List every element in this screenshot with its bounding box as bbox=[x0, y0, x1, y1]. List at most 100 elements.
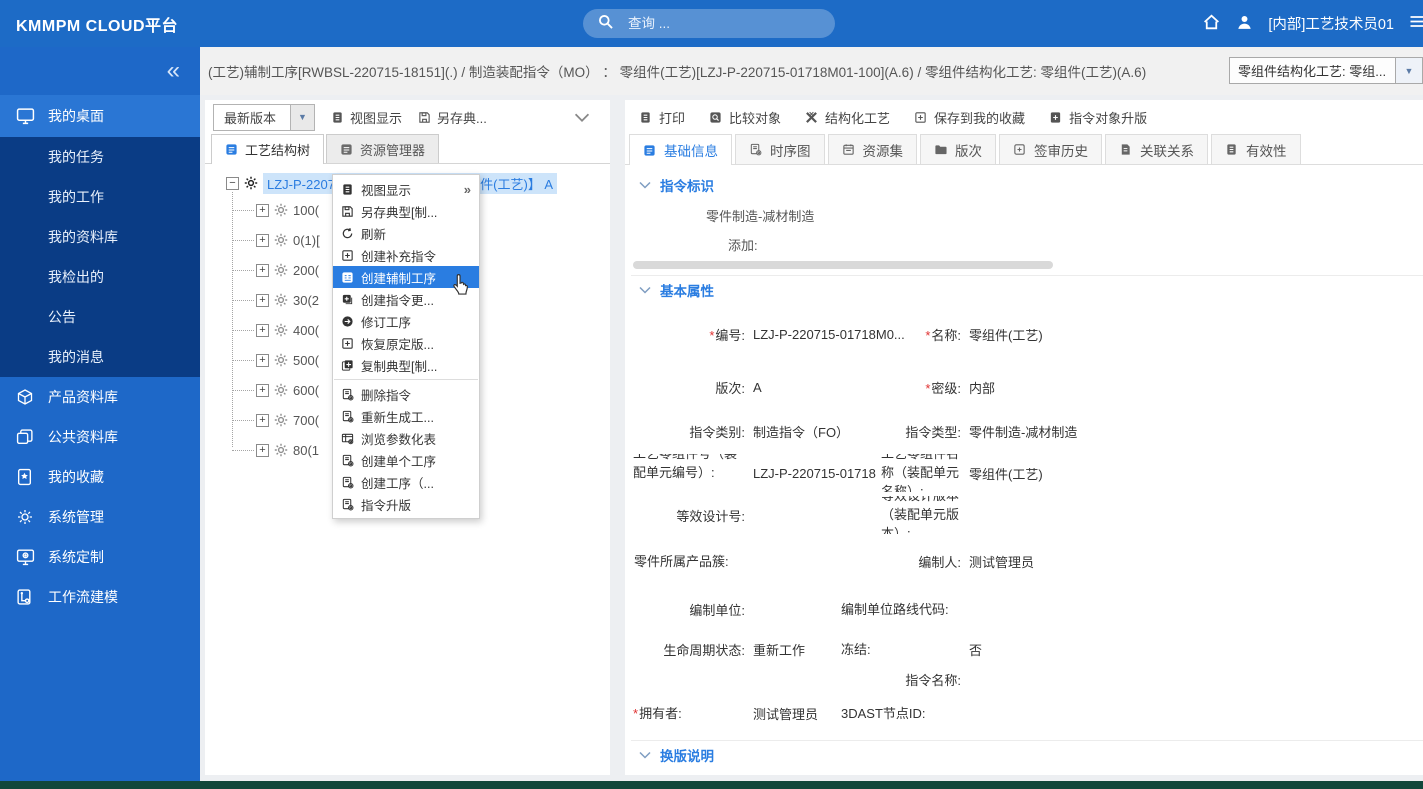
sidebar-item-my-favorites[interactable]: 我的收藏 bbox=[0, 457, 200, 497]
resource-doc-icon bbox=[341, 143, 352, 155]
breadcrumb: (工艺)辅制工序[RWBSL-220715-18151](.) / 制造装配指令… bbox=[208, 65, 1147, 80]
field-label-security: *密级: bbox=[925, 380, 961, 396]
save-to-favorites-button[interactable]: 保存到我的收藏 bbox=[914, 108, 1025, 127]
sidebar-item-system-admin[interactable]: 系统管理 bbox=[0, 497, 200, 537]
toolbar-label: 比较对象 bbox=[729, 110, 782, 126]
tab-process-structure-tree[interactable]: 工艺结构树 bbox=[211, 134, 325, 164]
section-instruction-id[interactable]: 指令标识 bbox=[631, 171, 1423, 199]
global-search[interactable] bbox=[583, 9, 835, 38]
cube-icon bbox=[16, 388, 36, 406]
tab-effectivity[interactable]: 有效性 bbox=[1211, 134, 1301, 164]
sidebar-item-my-desktop[interactable]: 我的桌面 bbox=[0, 95, 200, 137]
expand-node-icon[interactable]: + bbox=[256, 443, 269, 457]
sidebar-item-my-work[interactable]: 我的工作 bbox=[0, 177, 200, 217]
sidebar-item-my-checkouts[interactable]: 我检出的 bbox=[0, 257, 200, 297]
doc-gear-icon bbox=[342, 410, 354, 422]
menu-item-view-display[interactable]: 视图显示 » bbox=[333, 178, 479, 200]
home-icon[interactable] bbox=[1202, 13, 1221, 35]
sidebar-item-workflow-modeling[interactable]: 工作流建模 bbox=[0, 577, 200, 617]
version-select[interactable]: 最新版本 ▼ bbox=[213, 103, 315, 131]
tab-relationships[interactable]: 关联关系 bbox=[1105, 134, 1208, 164]
expand-node-icon[interactable]: + bbox=[256, 353, 269, 367]
structured-process-button[interactable]: 结构化工艺 bbox=[805, 108, 890, 127]
field-value-owner: 测试管理员 bbox=[753, 706, 819, 722]
chevron-down-icon[interactable] bbox=[574, 110, 602, 125]
sidebar-item-label: 我的消息 bbox=[48, 349, 104, 365]
workflow-icon bbox=[16, 588, 36, 606]
menu-item-create-single-process[interactable]: 创建单个工序 bbox=[333, 449, 479, 471]
context-dropdown[interactable]: 零组件结构化工艺: 零组... ▼ bbox=[1229, 57, 1423, 84]
section-revision-note[interactable]: 换版说明 bbox=[631, 741, 1423, 769]
menu-icon[interactable] bbox=[1409, 14, 1423, 33]
section-basic-properties[interactable]: 基本属性 bbox=[631, 276, 1423, 304]
menu-item-create-supplement-instruction[interactable]: 创建补充指令 bbox=[333, 244, 479, 266]
save-as-typical-button[interactable]: 另存典... bbox=[418, 108, 487, 127]
menu-item-refresh[interactable]: 刷新 bbox=[333, 222, 479, 244]
sidebar-item-label: 我检出的 bbox=[48, 269, 104, 285]
menu-item-browse-parametric-table[interactable]: 浏览参数化表 bbox=[333, 427, 479, 449]
tab-timing-diagram[interactable]: 时序图 bbox=[735, 134, 825, 164]
sidebar-item-system-custom[interactable]: 系统定制 bbox=[0, 537, 200, 577]
menu-item-create-process[interactable]: 创建工序（... bbox=[333, 471, 479, 493]
sidebar-item-my-messages[interactable]: 我的消息 bbox=[0, 337, 200, 377]
sidebar-item-product-library[interactable]: 产品资料库 bbox=[0, 377, 200, 417]
chevron-down-icon[interactable]: ▼ bbox=[1395, 58, 1422, 83]
expand-node-icon[interactable]: + bbox=[256, 233, 269, 247]
chevron-down-icon[interactable]: ▼ bbox=[290, 104, 314, 130]
gear-icon bbox=[274, 293, 288, 307]
horizontal-scrollbar[interactable] bbox=[633, 261, 1053, 269]
tab-basic-info[interactable]: 基础信息 bbox=[629, 134, 732, 165]
sidebar-item-my-tasks[interactable]: 我的任务 bbox=[0, 137, 200, 177]
expand-node-icon[interactable]: + bbox=[256, 413, 269, 427]
menu-item-delete-instruction[interactable]: 删除指令 bbox=[333, 383, 479, 405]
tab-sign-review-history[interactable]: 签审历史 bbox=[999, 134, 1102, 164]
compare-objects-button[interactable]: 比较对象 bbox=[709, 108, 781, 127]
instruction-upgrade-button[interactable]: 指令对象升版 bbox=[1049, 108, 1147, 127]
tab-resource-manager[interactable]: 资源管理器 bbox=[326, 134, 440, 163]
view-display-button[interactable]: 视图显示 bbox=[331, 108, 402, 127]
field-row: *拥有者: 测试管理员 3DAST节点ID: bbox=[631, 692, 1423, 734]
print-button[interactable]: 打印 bbox=[639, 108, 685, 127]
menu-item-restore-original-version[interactable]: 恢复原定版... bbox=[333, 332, 479, 354]
arrow-circle-icon bbox=[342, 315, 353, 327]
field-label-assembly-unit-version: 等效设计版本（装配单元版本）: bbox=[881, 496, 960, 534]
expand-node-icon[interactable]: + bbox=[256, 203, 269, 217]
sidebar-item-my-library[interactable]: 我的资料库 bbox=[0, 217, 200, 257]
gear-icon bbox=[274, 233, 288, 247]
menu-item-instruction-upgrade[interactable]: 指令升版 bbox=[333, 493, 479, 515]
sidebar-item-announcements[interactable]: 公告 bbox=[0, 297, 200, 337]
tab-revisions[interactable]: 版次 bbox=[920, 134, 996, 164]
tab-label: 基础信息 bbox=[664, 144, 718, 159]
field-label-lifecycle-state: 生命周期状态: bbox=[663, 642, 745, 658]
field-label-author-unit: 编制单位: bbox=[689, 602, 745, 618]
menu-item-regenerate-process[interactable]: 重新生成工... bbox=[333, 405, 479, 427]
tab-resource-set[interactable]: 资源集 bbox=[827, 134, 917, 164]
sidebar-item-public-library[interactable]: 公共资料库 bbox=[0, 417, 200, 457]
gear-icon bbox=[16, 508, 36, 526]
tab-label: 版次 bbox=[955, 143, 982, 159]
toolbar-label: 指令对象升版 bbox=[1069, 110, 1148, 126]
current-user[interactable]: [内部]工艺技术员01 bbox=[1268, 13, 1394, 34]
expand-node-icon[interactable]: + bbox=[256, 293, 269, 307]
user-icon[interactable] bbox=[1236, 14, 1253, 34]
doc-gear-icon bbox=[342, 454, 354, 466]
menu-item-revise-process[interactable]: 修订工序 bbox=[333, 310, 479, 332]
sidebar-collapse-button[interactable]: « bbox=[0, 47, 200, 95]
expand-node-icon[interactable]: + bbox=[256, 323, 269, 337]
field-label-frozen: 冻结: bbox=[841, 641, 871, 657]
copy-plus-icon bbox=[341, 359, 353, 371]
field-value-lifecycle-state: 重新工作 bbox=[753, 642, 806, 658]
menu-item-save-as-typical[interactable]: 另存典型[制... bbox=[333, 200, 479, 222]
field-row: 版次: A *密级: 内部 bbox=[631, 364, 1423, 410]
field-row: 生命周期状态: 重新工作 冻结: 否 bbox=[631, 632, 1423, 666]
expand-node-icon[interactable]: + bbox=[256, 383, 269, 397]
expand-node-icon[interactable]: + bbox=[256, 263, 269, 277]
collapse-node-icon[interactable]: − bbox=[226, 176, 239, 190]
chevron-down-icon bbox=[639, 286, 651, 294]
search-input[interactable] bbox=[626, 15, 780, 32]
tree-node-label: 200( bbox=[293, 262, 320, 278]
save-icon bbox=[342, 205, 353, 217]
topbar: KMMPM CLOUD平台 [内部]工艺技术员01 bbox=[0, 0, 1423, 47]
menu-item-copy-typical[interactable]: 复制典型[制... bbox=[333, 354, 479, 376]
sidebar-item-label: 公共资料库 bbox=[48, 429, 118, 445]
